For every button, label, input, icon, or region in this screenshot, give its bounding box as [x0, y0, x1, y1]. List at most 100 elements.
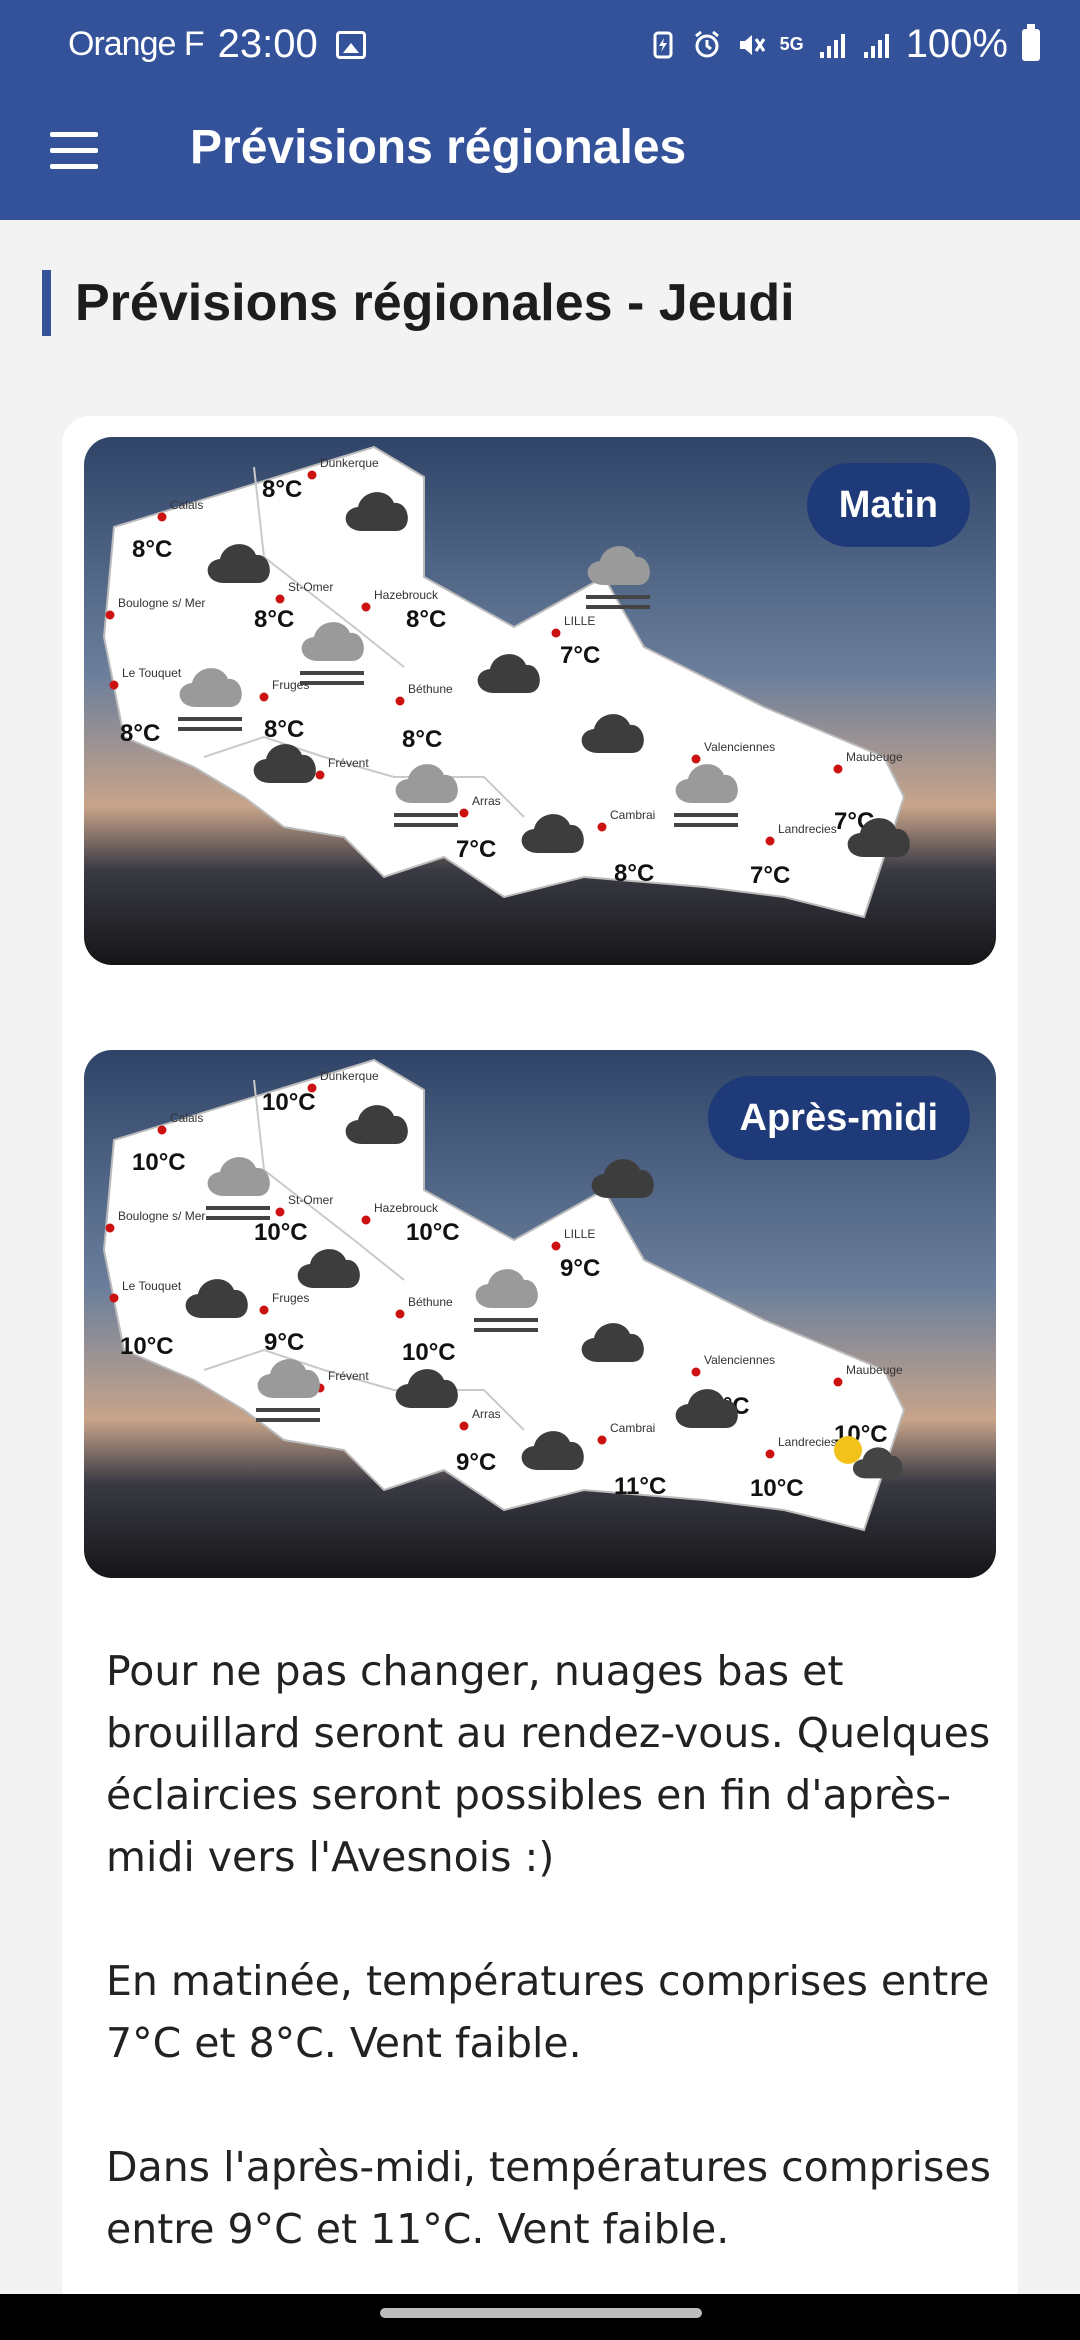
city-dot [275, 1207, 285, 1217]
period-badge-afternoon: Après-midi [707, 1076, 970, 1160]
system-nav-bar [0, 2294, 1080, 2340]
city-dot [551, 628, 561, 638]
city-dot [109, 1293, 119, 1303]
city-name-label: Hazebrouck [374, 1201, 439, 1215]
city-dot [765, 1449, 775, 1459]
city-temperature: 11°C [614, 1473, 666, 1500]
city-name-label: Dunkerque [320, 1069, 379, 1083]
description-paragraph: En matinée, températures comprises entre… [106, 1957, 990, 2067]
status-bar: Orange F 23:00 5G 100% [0, 0, 1080, 96]
city-temperature: 8°C [402, 726, 442, 753]
battery-percentage: 100% [905, 22, 1008, 66]
city-name-label: Frévent [328, 1369, 369, 1383]
signal-icon [819, 33, 845, 58]
mute-icon [739, 34, 765, 55]
city-dot [597, 1435, 607, 1445]
city-name-label: Fruges [272, 1291, 309, 1305]
city-dot [275, 594, 285, 604]
city-temperature: 10°C [402, 1339, 456, 1366]
city-temperature: 7°C [560, 642, 600, 669]
city-temperature: 9°C [560, 1255, 600, 1282]
city-name-label: St-Omer [288, 1193, 333, 1207]
city-name-label: Arras [472, 1407, 501, 1421]
city-dot [307, 470, 317, 480]
description-paragraph: Dans l'après-midi, températures comprise… [106, 2143, 991, 2253]
city-temperature: 10°C [132, 1149, 186, 1176]
city-dot [157, 512, 167, 522]
city-name-label: Cambrai [610, 808, 655, 822]
city-dot [459, 1421, 469, 1431]
city-name-label: Calais [170, 1111, 203, 1125]
city-dot [691, 1367, 701, 1377]
clock: 23:00 [217, 22, 318, 66]
city-dot [833, 1377, 843, 1387]
app-bar: Prévisions régionales [0, 96, 1080, 220]
gallery-notification-icon [335, 30, 366, 59]
city-name-label: Boulogne s/ Mer [118, 596, 205, 610]
city-name-label: Maubeuge [846, 1363, 903, 1377]
city-name-label: LILLE [564, 614, 595, 628]
city-dot [109, 680, 119, 690]
alarm-icon [694, 30, 719, 57]
city-temperature: 8°C [120, 720, 160, 747]
city-name-label: Béthune [408, 1295, 453, 1309]
city-dot [597, 822, 607, 832]
city-dot [459, 808, 469, 818]
city-name-label: Le Touquet [122, 1279, 182, 1293]
city-temperature: 10°C [406, 1219, 460, 1246]
hamburger-menu-icon[interactable] [50, 132, 98, 172]
period-badge-morning: Matin [806, 463, 970, 547]
home-gesture-handle[interactable] [380, 2308, 702, 2318]
city-name-label: Frévent [328, 756, 369, 770]
city-name-label: Valenciennes [704, 1353, 775, 1367]
city-dot [691, 754, 701, 764]
city-temperature: 8°C [254, 606, 294, 633]
city-name-label: Valenciennes [704, 740, 775, 754]
city-temperature: 10°C [750, 1475, 804, 1502]
city-name-label: Boulogne s/ Mer [118, 1209, 205, 1223]
city-dot [105, 610, 115, 620]
city-name-label: Le Touquet [122, 666, 182, 680]
city-dot [259, 692, 269, 702]
signal-icon-2 [863, 33, 889, 58]
city-dot [551, 1241, 561, 1251]
city-temperature: 7°C [456, 836, 496, 863]
city-temperature: 8°C [614, 860, 654, 887]
city-dot [361, 602, 371, 612]
city-dot [105, 1223, 115, 1233]
page-title: Prévisions régionales - Jeudi [42, 270, 795, 336]
city-name-label: St-Omer [288, 580, 333, 594]
forecast-map-afternoon: Dunkerque 10°C Calais 10°C St-Omer 10°C Hazebr… [84, 1050, 996, 1578]
city-temperature: 7°C [750, 862, 790, 889]
city-temperature: 8°C [264, 716, 304, 743]
forecast-map-morning: Dunkerque 8°C Calais 8°C St-Omer 8°C Hazebrouc… [84, 437, 996, 965]
city-temperature: 8°C [406, 606, 446, 633]
description-paragraph: Pour ne pas changer, nuages bas et broui… [106, 1647, 991, 1881]
battery-icon [1022, 23, 1040, 61]
carrier-name: Orange F [68, 25, 205, 63]
city-name-label: LILLE [564, 1227, 595, 1241]
city-temperature: 9°C [456, 1449, 496, 1476]
city-temperature: 9°C [264, 1329, 304, 1356]
city-name-label: Hazebrouck [374, 588, 439, 602]
city-name-label: Maubeuge [846, 750, 903, 764]
city-dot [765, 836, 775, 846]
city-temperature: 8°C [262, 476, 302, 503]
city-name-label: Landrecies [778, 822, 837, 836]
city-temperature: 10°C [254, 1219, 308, 1246]
forecast-description: Pour ne pas changer, nuages bas et broui… [106, 1640, 1006, 2322]
city-dot [157, 1125, 167, 1135]
city-name-label: Calais [170, 498, 203, 512]
city-dot [833, 764, 843, 774]
city-dot [315, 770, 325, 780]
city-name-label: Béthune [408, 682, 453, 696]
battery-saver-icon [653, 31, 673, 58]
city-dot [395, 696, 405, 706]
city-name-label: Cambrai [610, 1421, 655, 1435]
city-name-label: Arras [472, 794, 501, 808]
city-name-label: Landrecies [778, 1435, 837, 1449]
city-name-label: Dunkerque [320, 456, 379, 470]
city-temperature: 10°C [120, 1333, 174, 1360]
city-dot [395, 1309, 405, 1319]
network-5g-icon: 5G [779, 34, 804, 54]
